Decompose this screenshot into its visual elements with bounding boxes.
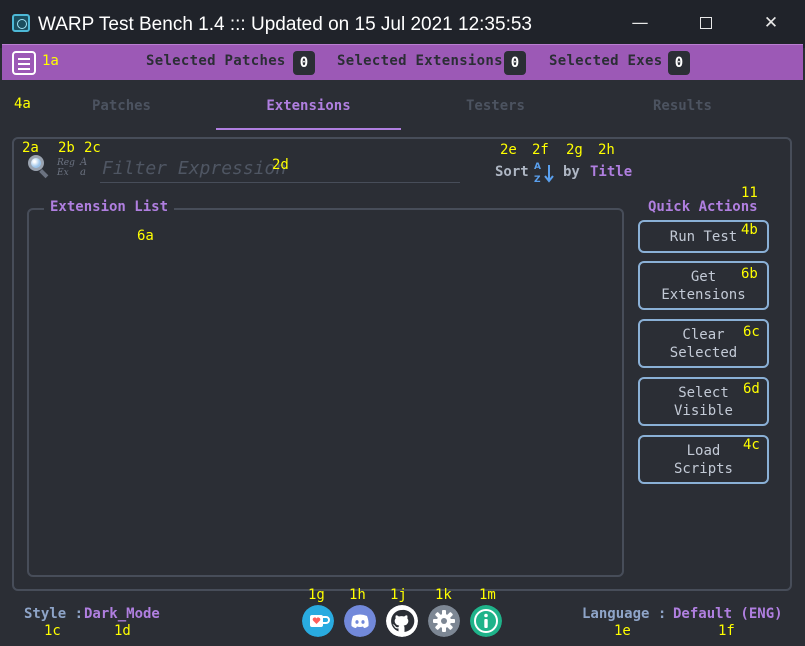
annotation-6a: 6a (137, 228, 154, 244)
selected-exes-label: Selected Exes (549, 53, 663, 69)
annotation-1k: 1k (435, 587, 452, 603)
annotation-2b: 2b (58, 140, 75, 156)
window-title: WARP Test Bench 1.4 ::: Updated on 15 Ju… (38, 14, 532, 35)
annotation-2h: 2h (598, 142, 615, 158)
case-sensitive-toggle-icon[interactable]: A a (80, 158, 92, 180)
active-tab-indicator (216, 128, 401, 130)
sort-field-selector[interactable]: Title (590, 164, 632, 180)
annotation-6c: 6c (743, 324, 760, 340)
extension-list[interactable] (27, 208, 624, 577)
tab-patches[interactable]: Patches (29, 98, 214, 114)
selected-patches-count: 0 (293, 51, 315, 75)
annotation-1h: 1h (349, 587, 366, 603)
annotation-1m: 1m (479, 587, 496, 603)
annotation-2e: 2e (500, 142, 517, 158)
style-label: Style : (24, 606, 84, 622)
app-logo-icon (12, 14, 30, 32)
annotation-4c: 4c (743, 437, 760, 453)
ko-fi-icon[interactable] (302, 605, 334, 637)
style-value[interactable]: Dark_Mode (84, 606, 160, 622)
case-bottom-text: a (80, 167, 86, 178)
maximize-icon (700, 17, 712, 29)
annotation-1g: 1g (308, 587, 325, 603)
annotation-2d: 2d (272, 157, 289, 173)
annotation-2c: 2c (84, 140, 101, 156)
tab-testers[interactable]: Testers (403, 98, 588, 114)
info-icon[interactable] (470, 605, 502, 637)
selected-extensions-label: Selected Extensions (337, 53, 503, 69)
annotation-1c: 1c (44, 623, 61, 639)
annotation-6b: 6b (741, 266, 758, 282)
sort-ascending-icon[interactable]: A Z (533, 159, 555, 185)
sort-label: Sort (495, 164, 529, 180)
selected-extensions-count: 0 (504, 51, 526, 75)
annotation-4b: 4b (741, 222, 758, 238)
language-label: Language : (582, 606, 667, 622)
regex-top-text: Reg (57, 158, 75, 168)
maximize-button[interactable] (683, 8, 729, 38)
settings-gear-icon[interactable] (428, 605, 460, 637)
search-icon[interactable] (28, 155, 50, 179)
quick-actions-title: Quick Actions (648, 199, 758, 215)
github-icon[interactable] (386, 605, 418, 637)
extension-list-title: Extension List (44, 199, 175, 215)
annotation-6d: 6d (743, 381, 760, 397)
annotation-2g: 2g (566, 142, 583, 158)
sort-icon-top-letter: A (534, 162, 541, 172)
regex-bottom-text: Ex (57, 168, 69, 178)
annotation-1f: 1f (718, 623, 735, 639)
annotation-1d: 1d (114, 623, 131, 639)
sort-icon-bottom-letter: Z (534, 175, 541, 185)
annotation-1e: 1e (614, 623, 631, 639)
annotation-1j: 1j (390, 587, 407, 603)
annotation-1a: 1a (42, 53, 59, 69)
regex-toggle-icon[interactable]: Reg Ex (57, 158, 79, 180)
selection-summary-bar: 1a Selected Patches 0 Selected Extension… (2, 44, 803, 80)
selected-exes-count: 0 (668, 51, 690, 75)
tab-extensions[interactable]: Extensions (216, 98, 401, 114)
title-bar: WARP Test Bench 1.4 ::: Updated on 15 Ju… (0, 0, 805, 48)
sort-by-label: by (563, 164, 580, 180)
selected-patches-label: Selected Patches (146, 53, 286, 69)
minimize-button[interactable]: — (617, 8, 663, 38)
annotation-2f: 2f (532, 142, 549, 158)
discord-icon[interactable] (344, 605, 376, 637)
list-menu-icon[interactable] (12, 51, 36, 75)
close-button[interactable]: ✕ (748, 8, 794, 38)
tab-results[interactable]: Results (590, 98, 775, 114)
language-value[interactable]: Default (ENG) (673, 606, 783, 622)
annotation-2a: 2a (22, 140, 39, 156)
